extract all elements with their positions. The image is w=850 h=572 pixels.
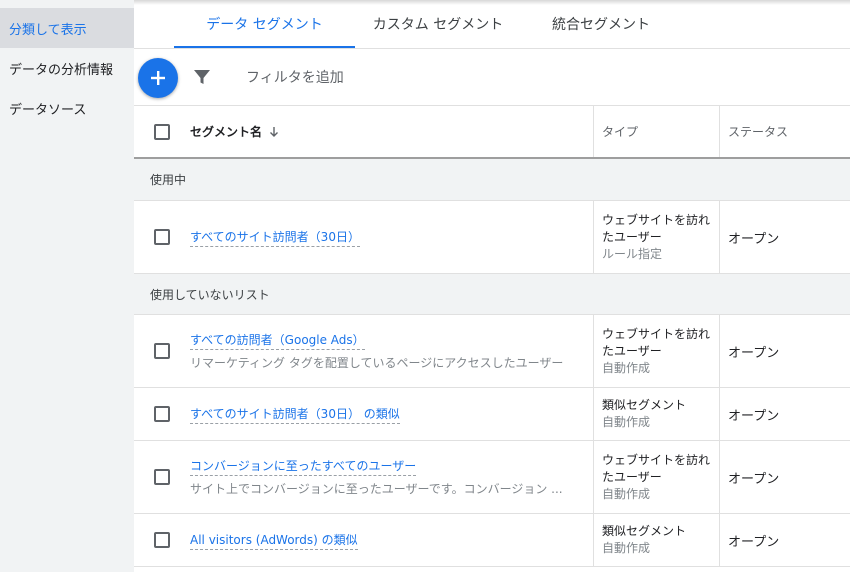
- row-type-cell: 類似セグメント 自動作成: [593, 514, 719, 566]
- table-header-row: セグメント名 タイプ ステータス: [134, 105, 850, 159]
- group-row-unused: 使用していないリスト: [134, 274, 850, 315]
- row-type-cell: 類似セグメント 自動作成: [593, 388, 719, 440]
- add-filter-link[interactable]: フィルタを追加: [246, 67, 344, 87]
- select-all-checkbox[interactable]: [154, 123, 170, 140]
- segment-tabs: データ セグメント カスタム セグメント 統合セグメント: [174, 0, 681, 48]
- row-checkbox[interactable]: [154, 469, 170, 485]
- header-name-cell: セグメント名: [190, 106, 593, 157]
- header-check-cell: [134, 106, 190, 157]
- sidebar-item-categorized-view[interactable]: 分類して表示: [0, 8, 134, 48]
- segment-description: サイト上でコンバージョンに至ったユーザーです。コンバージョン ...: [190, 482, 563, 496]
- tab-combined-segments[interactable]: 統合セグメント: [521, 0, 681, 48]
- table-row: All visitors (AdWords) の類似 類似セグメント 自動作成 …: [134, 514, 850, 567]
- row-name-cell: コンバージョンに至ったすべてのユーザー サイト上でコンバージョンに至ったユーザー…: [190, 441, 593, 513]
- segment-type-sub: 自動作成: [602, 415, 651, 429]
- row-type-cell: ウェブサイトを訪れたユーザー ルール指定: [593, 201, 719, 273]
- segment-type: 類似セグメント: [602, 524, 687, 538]
- segment-name-link[interactable]: コンバージョンに至ったすべてのユーザー: [190, 457, 417, 476]
- sidebar-item-data-sources[interactable]: データソース: [0, 88, 134, 128]
- row-name-cell: すべてのサイト訪問者（30日）: [190, 201, 593, 273]
- row-checkbox[interactable]: [154, 532, 170, 548]
- filter-icon[interactable]: [192, 67, 212, 87]
- row-name-cell: All visitors (AdWords) の類似: [190, 514, 593, 566]
- plus-icon: [151, 71, 165, 85]
- segment-name-link[interactable]: すべてのサイト訪問者（30日）: [190, 228, 360, 247]
- header-type-label[interactable]: タイプ: [602, 123, 638, 140]
- row-checkbox[interactable]: [154, 229, 170, 245]
- segment-name-link[interactable]: All visitors (AdWords) の類似: [190, 531, 358, 550]
- segment-type-sub: 自動作成: [602, 541, 651, 555]
- main-content: データ セグメント カスタム セグメント 統合セグメント フィルタを追加 セグメ…: [134, 0, 850, 572]
- segment-type-sub: 自動作成: [602, 486, 651, 501]
- segment-status: オープン: [719, 315, 850, 387]
- group-label: 使用していないリスト: [150, 287, 270, 302]
- header-status-cell: ステータス: [719, 106, 850, 157]
- table-row: すべてのサイト訪問者（30日） の類似 類似セグメント 自動作成 オープン: [134, 388, 850, 441]
- segment-status: オープン: [719, 388, 850, 440]
- add-segment-button[interactable]: [138, 58, 178, 98]
- row-name-cell: すべての訪問者（Google Ads） リマーケティング タグを配置しているペー…: [190, 315, 593, 387]
- segment-description: リマーケティング タグを配置しているページにアクセスしたユーザー: [190, 356, 564, 370]
- table-row: すべての訪問者（Google Ads） リマーケティング タグを配置しているペー…: [134, 315, 850, 388]
- table-row: コンバージョンに至ったすべてのユーザー サイト上でコンバージョンに至ったユーザー…: [134, 441, 850, 514]
- segment-status: オープン: [719, 201, 850, 273]
- segment-type: ウェブサイトを訪れたユーザー: [602, 452, 711, 484]
- arrow-down-icon: [270, 126, 279, 137]
- segment-type: ウェブサイトを訪れたユーザー: [602, 326, 711, 358]
- tab-data-segments[interactable]: データ セグメント: [174, 0, 355, 48]
- segment-type-sub: ルール指定: [602, 246, 663, 261]
- segment-type: 類似セグメント: [602, 398, 687, 412]
- segment-name-link[interactable]: すべての訪問者（Google Ads）: [190, 331, 365, 350]
- row-type-cell: ウェブサイトを訪れたユーザー 自動作成: [593, 441, 719, 513]
- sidebar-top-spacer: [0, 0, 134, 8]
- segment-type: ウェブサイトを訪れたユーザー: [602, 212, 711, 244]
- row-check-cell: [134, 514, 190, 566]
- sidebar-item-data-insights[interactable]: データの分析情報: [0, 48, 134, 88]
- table-row: すべてのサイト訪問者（30日） ウェブサイトを訪れたユーザー ルール指定 オープ…: [134, 201, 850, 274]
- group-label: 使用中: [150, 173, 187, 187]
- sidebar: 分類して表示 データの分析情報 データソース: [0, 0, 134, 572]
- header-status-label[interactable]: ステータス: [728, 123, 788, 140]
- row-check-cell: [134, 441, 190, 513]
- row-name-cell: すべてのサイト訪問者（30日） の類似: [190, 388, 593, 440]
- header-name-label: セグメント名: [190, 125, 263, 139]
- header-type-cell: タイプ: [593, 106, 719, 157]
- sort-by-name-button[interactable]: セグメント名: [190, 123, 280, 140]
- segment-name-link[interactable]: すべてのサイト訪問者（30日） の類似: [190, 405, 400, 424]
- segment-type-sub: 自動作成: [602, 360, 651, 375]
- row-check-cell: [134, 201, 190, 273]
- tab-custom-segments[interactable]: カスタム セグメント: [355, 0, 521, 48]
- toolbar: フィルタを追加: [134, 49, 850, 105]
- row-type-cell: ウェブサイトを訪れたユーザー 自動作成: [593, 315, 719, 387]
- row-check-cell: [134, 315, 190, 387]
- row-check-cell: [134, 388, 190, 440]
- row-checkbox[interactable]: [154, 343, 170, 359]
- segment-status: オープン: [719, 514, 850, 566]
- segment-status: オープン: [719, 441, 850, 513]
- group-row-in-use: 使用中: [134, 159, 850, 201]
- segments-table: セグメント名 タイプ ステータス 使用中 すべてのサイト訪問者（30日） ウェブ…: [134, 105, 850, 567]
- row-checkbox[interactable]: [154, 406, 170, 422]
